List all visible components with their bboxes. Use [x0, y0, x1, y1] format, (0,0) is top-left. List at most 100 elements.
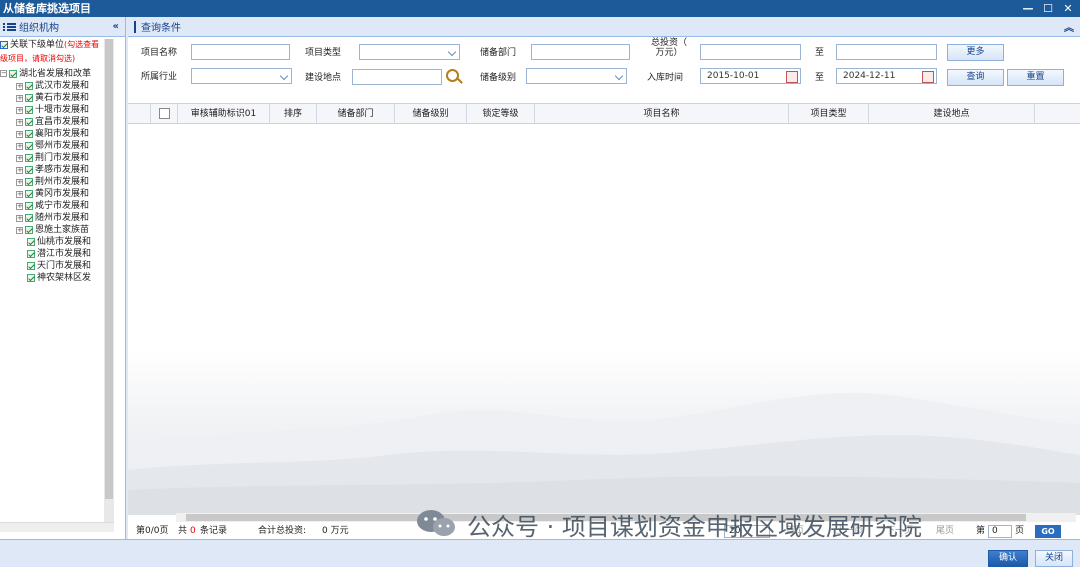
expand-node-icon[interactable]: +	[16, 82, 23, 90]
tree-node[interactable]: + 咸宁市发展和	[0, 200, 103, 212]
expand-node-icon[interactable]: +	[16, 190, 23, 198]
include-sub-note: (勾选查看	[64, 40, 100, 49]
project-type-select[interactable]	[359, 44, 460, 60]
include-sub-checkbox[interactable]	[0, 41, 8, 49]
tree-checkbox[interactable]	[25, 118, 33, 126]
expand-node-icon[interactable]: +	[16, 214, 23, 222]
industry-select[interactable]	[191, 68, 292, 84]
total-invest-to-label: 至	[815, 48, 825, 58]
tree-checkbox[interactable]	[25, 166, 33, 174]
scrollbar-thumb[interactable]	[105, 39, 113, 499]
tree-node[interactable]: 潜江市发展和	[0, 248, 103, 260]
tree-node[interactable]: + 黄冈市发展和	[0, 188, 103, 200]
expand-node-icon[interactable]: +	[16, 226, 23, 234]
col-audit-flag[interactable]: 审核辅助标识01	[178, 104, 270, 124]
reserve-dept-input[interactable]	[531, 44, 630, 60]
col-reserve-dept[interactable]: 储备部门	[317, 104, 395, 124]
tree-node-label: 襄阳市发展和	[35, 129, 90, 139]
tree-node[interactable]: + 恩施土家族苗	[0, 224, 103, 236]
total-suffix: 条记录	[200, 526, 228, 536]
col-location[interactable]: 建设地点	[869, 104, 1035, 124]
tree-checkbox[interactable]	[25, 94, 33, 102]
close-icon[interactable]: ✕	[1062, 0, 1074, 17]
tree-node-label: 天门市发展和	[37, 261, 92, 271]
collapse-up-icon[interactable]: ︽	[1064, 19, 1074, 34]
tree-checkbox[interactable]	[9, 69, 17, 78]
reserve-level-select[interactable]	[526, 68, 627, 84]
tree-checkbox[interactable]	[25, 226, 33, 234]
tree-node[interactable]: + 武汉市发展和	[0, 80, 103, 92]
select-all-checkbox[interactable]	[158, 108, 170, 119]
tree-checkbox[interactable]	[25, 142, 33, 150]
col-project-type[interactable]: 项目类型	[789, 104, 869, 124]
tree-node[interactable]: + 鄂州市发展和	[0, 140, 103, 152]
expand-node-icon[interactable]: +	[16, 202, 23, 210]
search-button[interactable]: 查询	[947, 69, 1004, 86]
tree-node[interactable]: 神农架林区发	[0, 272, 103, 284]
tree-checkbox[interactable]	[25, 178, 33, 186]
wechat-icon	[417, 510, 455, 536]
include-sub-row[interactable]: 关联下级单位 (勾选查看	[0, 39, 103, 51]
close-button[interactable]: 关闭	[1035, 550, 1073, 567]
tree-node[interactable]: + 黄石市发展和	[0, 92, 103, 104]
entry-time-to-input[interactable]: 2024-12-11	[836, 68, 937, 84]
entry-time-from-input[interactable]: 2015-10-01	[700, 68, 801, 84]
tree-node[interactable]: + 宜昌市发展和	[0, 116, 103, 128]
tree-root[interactable]: − 湖北省发展和改革	[0, 67, 103, 80]
collapse-left-icon[interactable]: «	[113, 21, 119, 32]
reset-button[interactable]: 重置	[1007, 69, 1064, 86]
tree-node[interactable]: 仙桃市发展和	[0, 236, 103, 248]
total-invest-to-input[interactable]	[836, 44, 937, 60]
tree-checkbox[interactable]	[25, 154, 33, 162]
minimize-icon[interactable]: —	[1022, 0, 1034, 17]
tree-checkbox[interactable]	[25, 190, 33, 198]
expand-node-icon[interactable]: +	[16, 118, 23, 126]
tree-node[interactable]: 天门市发展和	[0, 260, 103, 272]
tree-checkbox[interactable]	[27, 262, 35, 270]
total-invest-from-input[interactable]	[700, 44, 801, 60]
more-button[interactable]: 更多	[947, 44, 1004, 61]
go-button[interactable]: GO	[1035, 525, 1061, 538]
tree-node[interactable]: + 荆门市发展和	[0, 152, 103, 164]
tree-checkbox[interactable]	[25, 202, 33, 210]
tree-checkbox[interactable]	[27, 250, 35, 258]
confirm-button[interactable]: 确认	[988, 550, 1028, 567]
expand-node-icon[interactable]: +	[16, 130, 23, 138]
col-lock-level[interactable]: 锁定等级	[467, 104, 535, 124]
expand-node-icon[interactable]: +	[16, 166, 23, 174]
tree-checkbox[interactable]	[27, 274, 35, 282]
tree-checkbox[interactable]	[25, 106, 33, 114]
include-sub-label: 关联下级单位	[10, 40, 65, 50]
query-header: 查询条件 ︽	[128, 17, 1080, 37]
expand-node-icon[interactable]: +	[16, 142, 23, 150]
calendar-icon[interactable]	[786, 71, 798, 83]
calendar-icon[interactable]	[922, 71, 934, 83]
col-project-name[interactable]: 项目名称	[535, 104, 789, 124]
col-order[interactable]: 排序	[270, 104, 317, 124]
expand-node-icon[interactable]: +	[16, 178, 23, 186]
tree-node[interactable]: + 荆州市发展和	[0, 176, 103, 188]
tree-node[interactable]: + 随州市发展和	[0, 212, 103, 224]
goto-page-input[interactable]: 0	[988, 525, 1012, 538]
expand-node-icon[interactable]: +	[16, 94, 23, 102]
tree-checkbox[interactable]	[25, 82, 33, 90]
tree-node[interactable]: + 襄阳市发展和	[0, 128, 103, 140]
tree-checkbox[interactable]	[27, 238, 35, 246]
tree-checkbox[interactable]	[25, 214, 33, 222]
maximize-icon[interactable]: ☐	[1042, 0, 1054, 17]
tree-vertical-scrollbar[interactable]	[104, 39, 114, 529]
col-reserve-level[interactable]: 储备级别	[395, 104, 467, 124]
tree-horizontal-scrollbar[interactable]	[0, 522, 114, 532]
tree-node[interactable]: + 十堰市发展和	[0, 104, 103, 116]
expand-node-icon[interactable]: +	[16, 106, 23, 114]
collapse-node-icon[interactable]: −	[0, 70, 7, 77]
last-page-link[interactable]: 尾页	[936, 524, 954, 539]
tree-node[interactable]: + 孝感市发展和	[0, 164, 103, 176]
project-name-input[interactable]	[191, 44, 290, 60]
search-icon[interactable]	[446, 69, 459, 82]
entry-time-label: 入库时间	[647, 73, 684, 83]
window-title: 从储备库挑选项目	[3, 2, 91, 15]
expand-node-icon[interactable]: +	[16, 154, 23, 162]
tree-checkbox[interactable]	[25, 130, 33, 138]
location-input[interactable]	[352, 69, 442, 85]
